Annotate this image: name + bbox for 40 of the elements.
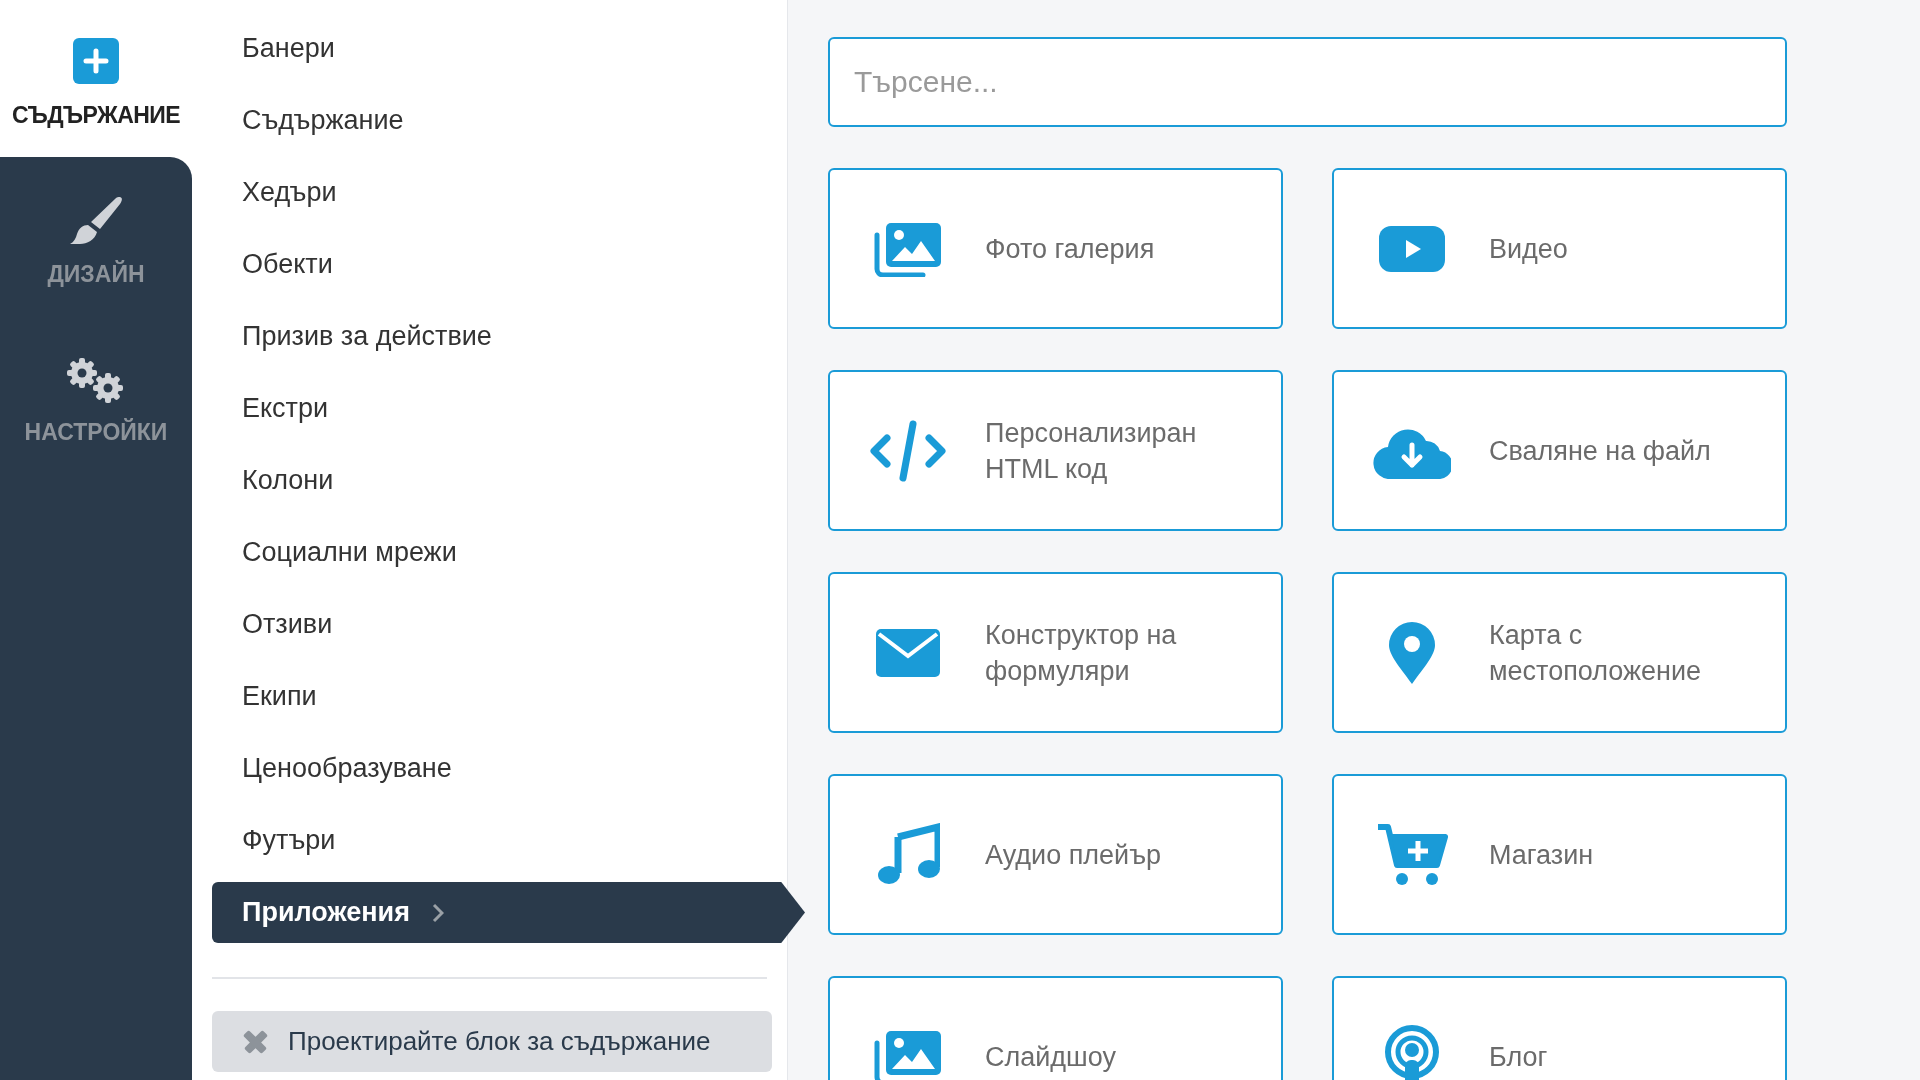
play-icon bbox=[1378, 225, 1445, 272]
app-card[interactable]: Персонализиран HTML код bbox=[828, 370, 1283, 531]
rail-tab[interactable]: ДИЗАЙН bbox=[0, 157, 192, 317]
design-block-button[interactable]: Проектирайте блок за съдържание bbox=[212, 1011, 772, 1072]
map-pin-icon bbox=[1388, 621, 1435, 684]
chevron-right-icon bbox=[431, 902, 444, 923]
menu-item[interactable]: Обекти bbox=[242, 228, 787, 300]
app-card[interactable]: Аудио плейър bbox=[828, 774, 1283, 935]
menu-item[interactable]: Футъри bbox=[242, 804, 787, 876]
rail-tab[interactable]: НАСТРОЙКИ bbox=[0, 317, 192, 477]
code-icon bbox=[868, 419, 947, 482]
search-field[interactable]: Търсене... bbox=[828, 37, 1787, 127]
menu-item[interactable]: Банери bbox=[242, 12, 787, 84]
app-card[interactable]: Видео bbox=[1332, 168, 1787, 329]
app-card[interactable]: Конструктор на формуляри bbox=[828, 572, 1283, 733]
images-icon bbox=[872, 220, 943, 277]
app-card[interactable]: Слайдшоу bbox=[828, 976, 1283, 1080]
menu-item[interactable]: Колони bbox=[242, 444, 787, 516]
app-card[interactable]: Фото галерия bbox=[828, 168, 1283, 329]
menu-item[interactable]: Съдържание bbox=[242, 84, 787, 156]
app-card[interactable]: Блог bbox=[1332, 976, 1787, 1080]
menu-item-label: Приложения bbox=[242, 896, 410, 930]
envelope-icon bbox=[875, 628, 940, 677]
menu-item[interactable]: Приложения bbox=[212, 882, 805, 943]
menu-item[interactable]: Екипи bbox=[242, 660, 787, 732]
brush-icon bbox=[68, 195, 124, 247]
menu-item[interactable]: Отзиви bbox=[242, 588, 787, 660]
cart-icon bbox=[1375, 822, 1448, 887]
music-note-icon bbox=[875, 822, 940, 887]
app-card[interactable]: Магазин bbox=[1332, 774, 1787, 935]
app-card[interactable]: Сваляне на файл bbox=[1332, 370, 1787, 531]
menu-item[interactable]: Хедъри bbox=[242, 156, 787, 228]
menu-item[interactable]: Ценообразуване bbox=[242, 732, 787, 804]
podcast-icon bbox=[1383, 1023, 1440, 1080]
images-icon bbox=[872, 1028, 943, 1080]
menu-item[interactable]: Социални мрежи bbox=[242, 516, 787, 588]
menu-item[interactable]: Призив за действие bbox=[242, 300, 787, 372]
app-card[interactable]: Карта с местоположение bbox=[1332, 572, 1787, 733]
menu-item[interactable]: Екстри bbox=[242, 372, 787, 444]
plus-icon bbox=[73, 38, 119, 84]
